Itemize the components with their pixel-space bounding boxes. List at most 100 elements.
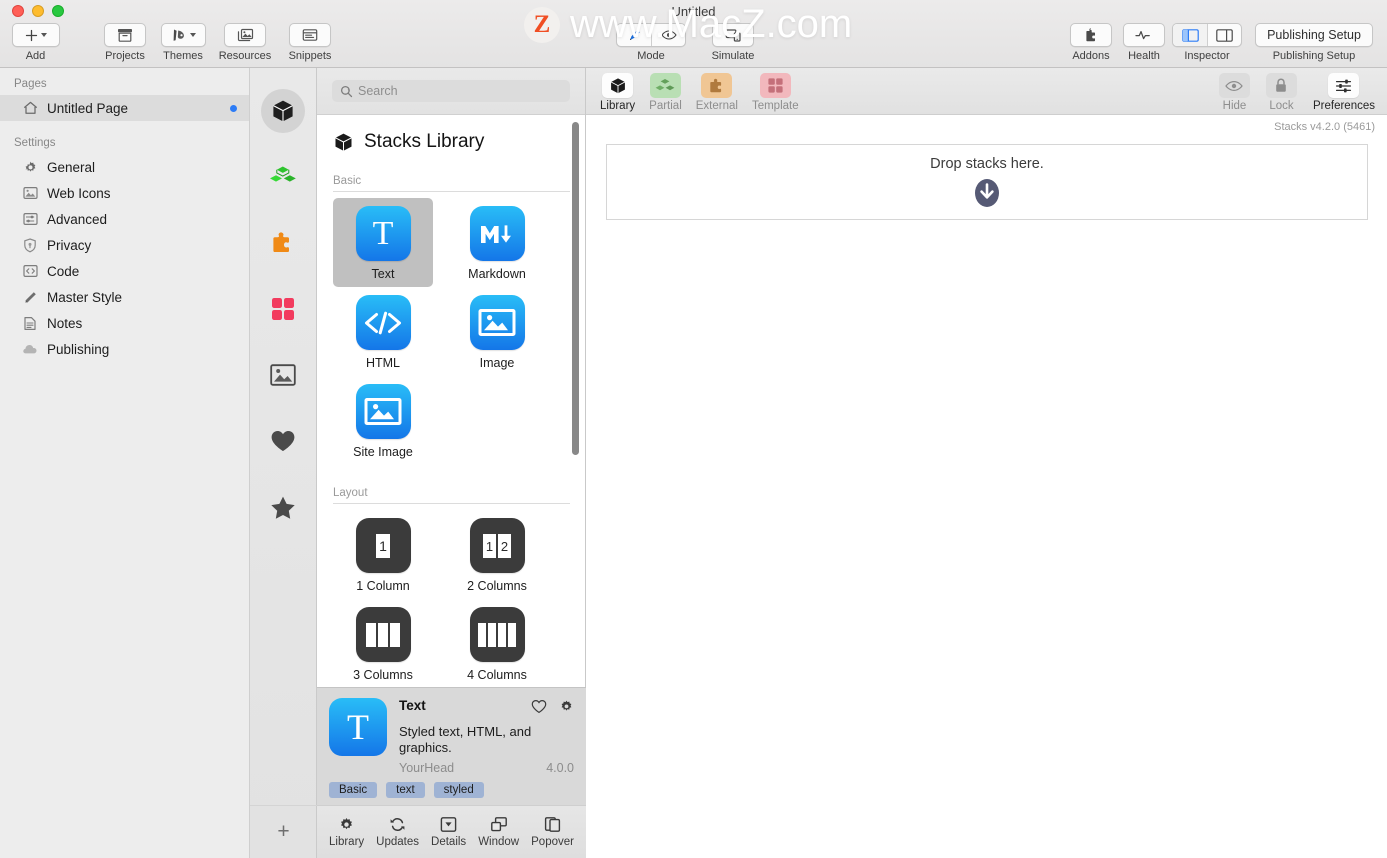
sidebar-item-advanced[interactable]: Advanced (0, 206, 249, 232)
resources-icon-wrap (224, 23, 266, 47)
lib-tab-library[interactable]: Library (329, 816, 364, 848)
stack-dropzone[interactable]: Drop stacks here. (606, 144, 1368, 220)
mode-segmented-control[interactable] (616, 23, 686, 47)
sidebar-item-label: General (47, 159, 96, 175)
tag-item[interactable]: styled (433, 781, 484, 798)
tile-label: Markdown (468, 267, 526, 281)
sidebar-item-untitled-page[interactable]: Untitled Page (0, 95, 249, 121)
lib-tab-popover[interactable]: Popover (531, 816, 574, 848)
sidebar-item-web-icons[interactable]: Web Icons (0, 180, 249, 206)
toolbar-add-button[interactable]: Add (8, 23, 63, 62)
tile-label: 2 Columns (467, 579, 527, 593)
notes-page-icon (22, 315, 38, 331)
strip-item-partials[interactable] (261, 155, 305, 199)
library-search-bar: Search (317, 68, 585, 115)
library-tile-3-columns[interactable]: 3 Columns (333, 599, 433, 687)
cloud-icon (22, 341, 38, 357)
strip-add-button[interactable]: + (250, 805, 317, 858)
toolbar-inspector-control[interactable]: Inspector (1169, 23, 1245, 62)
inspector-left-panel-segment[interactable] (1173, 24, 1207, 46)
toolbar-resources-button[interactable]: Resources (210, 23, 280, 62)
toolbar-simulate-button[interactable]: Simulate (697, 23, 769, 62)
main-tab-library[interactable]: Library (600, 73, 635, 112)
publishing-setup-button[interactable]: Publishing Setup (1255, 23, 1373, 47)
sidebar-item-privacy[interactable]: Privacy (0, 232, 249, 258)
mode-edit-segment[interactable] (617, 24, 651, 46)
toolbar-snippets-label: Snippets (288, 50, 332, 62)
code-slash-icon (355, 295, 411, 350)
lib-tab-label: Popover (531, 836, 574, 848)
sidebar-item-general[interactable]: General (0, 154, 249, 180)
library-tile-html[interactable]: HTML (333, 287, 433, 376)
sidebar-item-publishing[interactable]: Publishing (0, 336, 249, 362)
library-tile-image[interactable]: Image (447, 287, 547, 376)
library-tile-2-columns[interactable]: 1 2 2 Columns (447, 510, 547, 599)
down-arrow-circle-icon (975, 179, 999, 207)
library-tile-text[interactable]: T Text (333, 198, 433, 287)
orange-puzzle-icon (710, 78, 721, 92)
main-tab-external[interactable]: External (696, 73, 738, 112)
toolbar-addons-button[interactable]: Addons (1063, 23, 1119, 62)
toolbar-snippets-button[interactable]: Snippets (280, 23, 340, 62)
main-tab-template[interactable]: Template (752, 73, 799, 112)
code-brackets-icon (22, 263, 38, 279)
lib-tab-updates[interactable]: Updates (376, 816, 419, 848)
sidebar-item-label: Notes (47, 315, 83, 331)
strip-item-external[interactable] (261, 221, 305, 265)
main-toolbar: Library Partial External Template Hide L… (586, 68, 1387, 115)
library-scrollbar[interactable] (572, 122, 579, 455)
toolbar-publishing-setup[interactable]: Publishing Setup Publishing Setup (1251, 23, 1377, 62)
strip-item-stacks[interactable] (261, 89, 305, 133)
add-icon-wrap (11, 23, 60, 47)
strip-item-images[interactable] (261, 353, 305, 397)
search-magnifier-icon (340, 85, 353, 97)
toolbar-mode-control[interactable]: Mode (615, 23, 687, 62)
library-tiles-layout: 1 1 Column 1 2 2 Columns 3 Columns 4 Col… (317, 504, 586, 687)
detail-settings-button[interactable] (559, 699, 574, 719)
simulate-icon-wrap (712, 23, 754, 47)
search-input[interactable]: Search (358, 84, 398, 98)
details-box-icon (440, 817, 457, 832)
detail-main: Text Styled text, HTML, and graphics. Yo… (399, 698, 574, 775)
inspector-right-panel-segment[interactable] (1207, 24, 1241, 46)
library-tile-4-columns[interactable]: 4 Columns (447, 599, 547, 687)
sidebar: Pages Untitled Page Settings General Web… (0, 68, 250, 858)
tag-item[interactable]: Basic (329, 781, 378, 798)
pink-grid-icon (768, 78, 783, 93)
library-tile-markdown[interactable]: Markdown (447, 198, 547, 287)
strip-item-favorites[interactable] (261, 419, 305, 463)
sidebar-section-pages-title: Pages (14, 78, 47, 90)
strip-item-templates[interactable] (261, 287, 305, 331)
sidebar-item-master-style[interactable]: Master Style (0, 284, 249, 310)
main-lock-button[interactable]: Lock (1265, 73, 1297, 112)
popover-icon (544, 817, 561, 832)
toolbar-left-group: Add Projects Themes Resources Snippets (8, 23, 340, 62)
main-hide-button[interactable]: Hide (1218, 73, 1250, 112)
library-tile-1-column[interactable]: 1 1 Column (333, 510, 433, 599)
preferences-icon-wrap (1328, 73, 1360, 98)
library-icon-wrap (602, 73, 634, 98)
main-tab-partial[interactable]: Partial (649, 73, 682, 112)
lib-tab-details[interactable]: Details (431, 816, 466, 848)
plus-icon (25, 29, 37, 41)
favorite-button[interactable] (531, 699, 547, 719)
search-field[interactable]: Search (332, 80, 570, 102)
health-icon-wrap (1123, 23, 1165, 47)
toolbar-projects-button[interactable]: Projects (94, 23, 156, 62)
toolbar-health-button[interactable]: Health (1119, 23, 1169, 62)
picture-frame-icon (355, 384, 411, 439)
main-preferences-button[interactable]: Preferences (1313, 73, 1375, 112)
tag-item[interactable]: text (386, 781, 425, 798)
main-tab-label: Template (751, 100, 799, 112)
sidebar-item-notes[interactable]: Notes (0, 310, 249, 336)
photos-stack-icon (237, 28, 253, 41)
strip-item-recent[interactable] (261, 485, 305, 529)
sidebar-item-code[interactable]: Code (0, 258, 249, 284)
lib-tab-window[interactable]: Window (478, 816, 519, 848)
inspector-segmented-control[interactable] (1172, 23, 1242, 47)
toolbar-themes-button[interactable]: Themes (156, 23, 210, 62)
library-tile-site-image[interactable]: Site Image (333, 376, 433, 465)
library-tab-bar: Library Updates Details Window Popover (317, 805, 586, 858)
library-scroll-area[interactable]: Stacks Library Basic T Text Markdown HTM… (317, 115, 586, 687)
mode-preview-segment[interactable] (651, 24, 685, 46)
